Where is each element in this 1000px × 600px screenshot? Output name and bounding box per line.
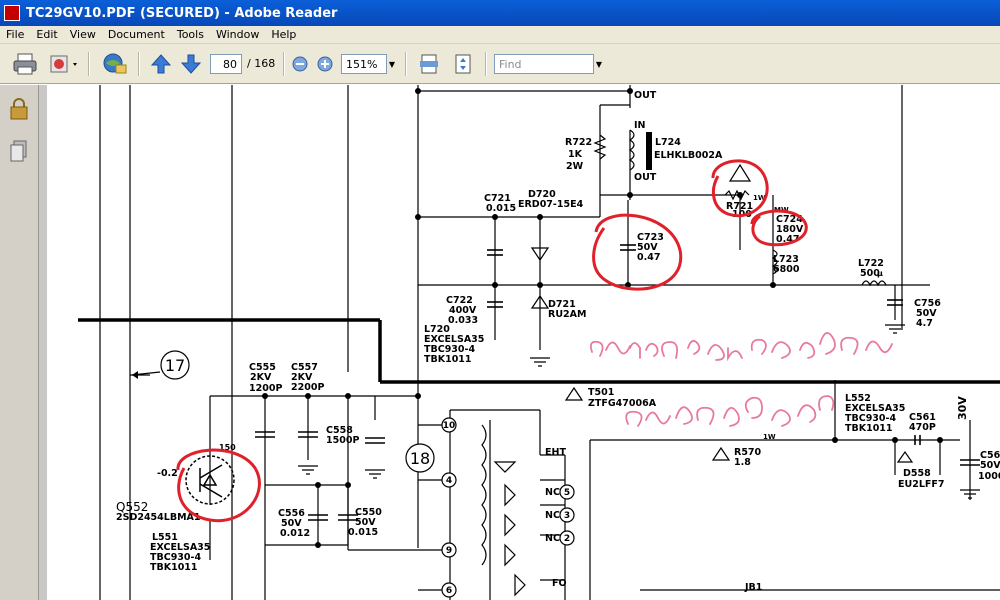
attach-button[interactable] — [46, 51, 82, 77]
window-titlebar: TC29GV10.PDF (SECURED) - Adobe Reader — [0, 0, 1000, 26]
label-c555-value: 1200P — [249, 383, 282, 394]
attach-dropdown-icon — [50, 55, 77, 73]
menu-edit[interactable]: Edit — [30, 28, 63, 41]
label-l723-value: 6800 — [773, 264, 800, 275]
label-d721-part: RU2AM — [548, 309, 586, 320]
zoom-in-icon — [317, 56, 333, 72]
find-dropdown-icon[interactable]: ▼ — [593, 54, 605, 74]
label-d558-part: EU2LFF7 — [898, 479, 944, 490]
fit-width-icon — [420, 54, 438, 74]
page-total: / 168 — [247, 57, 276, 70]
label-l552-p3: TBK1011 — [845, 423, 893, 434]
previous-page-button[interactable] — [148, 51, 174, 77]
arrow-up-icon — [150, 54, 172, 74]
label-jb1: JB1 — [744, 582, 762, 593]
next-page-button[interactable] — [178, 51, 204, 77]
pin-4: 4 — [446, 476, 452, 486]
label-mu: μ — [877, 269, 883, 278]
label-c555-volt: 2KV — [250, 372, 272, 383]
node-18: 18 — [410, 449, 430, 468]
navigation-sidebar — [0, 85, 39, 600]
schematic-diagram: OUT IN OUT R722 1K 2W L724 ELHKLB002A R7… — [78, 85, 1000, 600]
pin-5: 5 — [564, 488, 570, 498]
red-circle-q552 — [176, 448, 261, 523]
label-c558-value: 1500P — [326, 435, 359, 446]
label-l720-p3: TBK1011 — [424, 354, 472, 365]
label-c756-value: 4.7 — [916, 318, 933, 329]
label-t501-part: ZTFG47006A — [588, 398, 657, 409]
print-button[interactable] — [10, 51, 40, 77]
fit-width-button[interactable] — [416, 51, 442, 77]
label-nc-3: NC — [545, 533, 560, 544]
menu-view[interactable]: View — [64, 28, 102, 41]
node-17: 17 — [165, 356, 185, 375]
l724-core — [646, 132, 652, 170]
menu-document[interactable]: Document — [102, 28, 171, 41]
pdf-page: OUT IN OUT R722 1K 2W L724 ELHKLB002A R7… — [47, 85, 1000, 600]
arrow-down-icon — [180, 54, 202, 74]
label-d558: D558 — [903, 468, 931, 479]
document-area[interactable]: OUT IN OUT R722 1K 2W L724 ELHKLB002A R7… — [39, 85, 1000, 600]
label-nc-2: NC — [545, 510, 560, 521]
menu-tools[interactable]: Tools — [171, 28, 210, 41]
globe-search-icon — [103, 53, 127, 74]
label-c562-volt: 50V — [980, 460, 1000, 471]
label-fo: FO — [552, 578, 567, 589]
label-r570-value: 1.8 — [734, 457, 751, 468]
label-c550-value: 0.015 — [348, 527, 378, 538]
label-c721-value: 0.015 — [486, 203, 516, 214]
label-l724-part: ELHKLB002A — [654, 150, 723, 161]
menu-help[interactable]: Help — [265, 28, 302, 41]
label-c723-value: 0.47 — [637, 252, 660, 263]
fit-page-button[interactable] — [450, 51, 476, 77]
zoom-out-icon — [292, 56, 308, 72]
label-out: OUT — [634, 172, 657, 183]
window-title: TC29GV10.PDF (SECURED) - Adobe Reader — [26, 5, 338, 21]
menu-file[interactable]: File — [0, 28, 30, 41]
zoom-out-button[interactable] — [290, 51, 310, 77]
adobe-reader-icon — [4, 5, 20, 21]
pin-6: 6 — [446, 586, 452, 596]
fit-page-icon — [455, 54, 471, 74]
label-r722-value: 1K — [568, 149, 583, 160]
menu-window[interactable]: Window — [210, 28, 265, 41]
label-out-top: OUT — [634, 90, 657, 101]
label-r722: R722 — [565, 137, 592, 148]
pin-9: 9 — [446, 546, 452, 556]
label-c556-value: 0.012 — [280, 528, 310, 539]
pin-2: 2 — [564, 534, 570, 544]
label-l551-p3: TBK1011 — [150, 562, 198, 573]
search-web-button[interactable] — [100, 51, 130, 77]
lock-icon[interactable] — [8, 97, 30, 121]
label-c722-value: 0.033 — [448, 315, 478, 326]
label-q552-part: 2SD2454LBMA1 — [116, 512, 201, 523]
pin-10: 10 — [443, 421, 456, 431]
page-number-input[interactable]: 80 — [210, 54, 242, 74]
zoom-in-button[interactable] — [315, 51, 335, 77]
find-input[interactable]: Find — [494, 54, 594, 74]
menu-bar: File Edit View Document Tools Window Hel… — [0, 26, 1000, 44]
label-l724: L724 — [655, 137, 681, 148]
label-eht: EHT — [545, 447, 566, 458]
label-d720-part: ERD07-15E4 — [518, 199, 584, 210]
toolbar: 80 / 168 151% ▼ Find ▼ — [0, 44, 1000, 84]
label-c562-value: 1000 — [978, 471, 1000, 482]
label-in: IN — [634, 120, 646, 131]
pages-icon[interactable] — [8, 139, 30, 163]
label-c557-value: 2200P — [291, 382, 324, 393]
label-r722-watt: 2W — [566, 161, 584, 172]
zoom-dropdown-icon[interactable]: ▼ — [386, 54, 398, 74]
label-nc-1: NC — [545, 487, 560, 498]
label-neg02: -0.2 — [157, 468, 178, 479]
printer-icon — [13, 53, 37, 75]
pin-3: 3 — [564, 511, 570, 521]
label-1w-r570: 1W — [763, 433, 776, 441]
label-30v: 30V — [956, 396, 969, 420]
zoom-level-field[interactable]: 151% — [341, 54, 387, 74]
label-c561-value: 470P — [909, 422, 936, 433]
label-t501: T501 — [588, 387, 614, 398]
